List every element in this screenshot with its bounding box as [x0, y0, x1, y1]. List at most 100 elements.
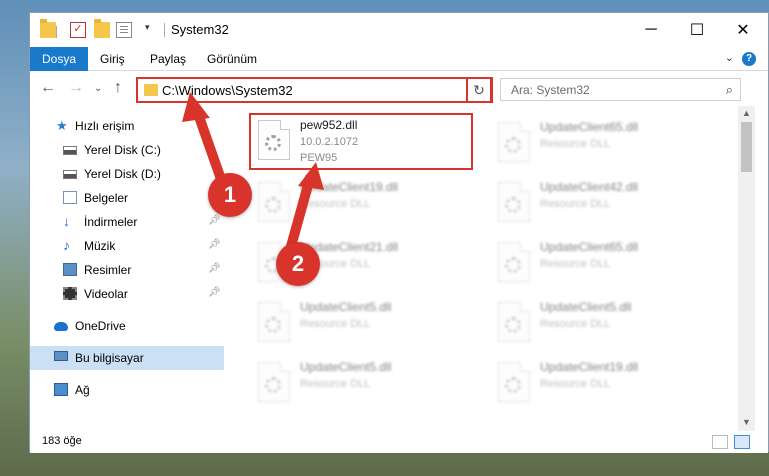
network-icon — [54, 383, 68, 396]
gear-icon — [265, 197, 281, 213]
file-item[interactable]: UpdateClient42.dll Resource DLL — [490, 176, 710, 232]
refresh-button[interactable]: ↻ — [466, 77, 492, 103]
sidebar-item-this-pc[interactable]: Bu bilgisayar — [30, 346, 224, 370]
video-icon — [63, 287, 77, 300]
status-bar: 183 öğe — [30, 431, 768, 453]
sidebar-item-quick-access[interactable]: ★ Hızlı erişim — [30, 114, 224, 138]
title-separator — [164, 23, 165, 37]
sidebar-item-local-disk-c[interactable]: Yerel Disk (C:) — [30, 138, 224, 162]
file-name: UpdateClient19.dll — [540, 360, 639, 374]
file-name: UpdateClient5.dll — [300, 300, 392, 314]
dll-file-icon — [498, 242, 530, 282]
maximize-button[interactable]: ☐ — [674, 13, 720, 47]
back-arrow-icon[interactable]: ← — [40, 79, 56, 97]
pin-icon[interactable]: 📌︎ — [208, 215, 221, 226]
dll-file-icon — [498, 302, 530, 342]
search-input[interactable]: Ara: System32 ⌕ — [500, 78, 741, 101]
tab-dosya[interactable]: Dosya — [30, 47, 89, 71]
vertical-scrollbar[interactable]: ▲ ▼ — [738, 106, 755, 431]
sidebar-item-pictures[interactable]: Resimler 📌︎ — [30, 258, 224, 282]
dll-file-icon — [258, 362, 290, 402]
customize-toolbar-icon[interactable] — [116, 22, 132, 38]
pin-icon[interactable]: 📌︎ — [208, 287, 221, 298]
sidebar-item-downloads[interactable]: ↓ İndirmeler 📌︎ — [30, 210, 224, 234]
gear-icon — [505, 137, 521, 153]
navigation-pane: ★ Hızlı erişim Yerel Disk (C:) Yerel Dis… — [30, 106, 226, 431]
file-description: Resource DLL — [540, 198, 611, 210]
tab-giris[interactable]: Giriş — [100, 47, 125, 71]
file-description: Resource DLL — [300, 198, 371, 210]
pin-icon[interactable]: 📌︎ — [208, 263, 221, 274]
file-item[interactable]: UpdateClient65.dll Resource DLL — [490, 236, 710, 292]
dll-file-icon — [498, 122, 530, 162]
file-name: UpdateClient5.dll — [540, 300, 632, 314]
documents-icon — [63, 191, 77, 204]
file-item[interactable]: UpdateClient65.dll Resource DLL — [490, 116, 710, 172]
quick-access-dropdown-icon[interactable]: ▾ — [145, 22, 150, 33]
recent-dropdown-icon[interactable]: ⌄ — [94, 83, 102, 94]
sidebar-item-label: Bu bilgisayar — [75, 351, 144, 365]
new-folder-icon[interactable] — [94, 19, 110, 38]
forward-arrow-icon[interactable]: → — [68, 79, 84, 97]
callout-1: 1 — [208, 173, 252, 217]
sidebar-item-label: OneDrive — [75, 319, 126, 333]
address-path[interactable]: C:\Windows\System32 — [162, 83, 293, 98]
explorer-window: ✓ ▾ System32 ─ ☐ ✕ Dosya Giriş Paylaş Gö… — [29, 12, 769, 453]
scroll-down-icon[interactable]: ▼ — [742, 417, 751, 427]
close-button[interactable]: ✕ — [720, 13, 766, 47]
file-item[interactable]: UpdateClient5.dll Resource DLL — [250, 296, 470, 352]
file-name: UpdateClient5.dll — [300, 360, 392, 374]
sidebar-item-label: Ağ — [75, 383, 90, 397]
file-description: Resource DLL — [540, 138, 611, 150]
file-item[interactable]: UpdateClient5.dll Resource DLL — [250, 356, 470, 412]
file-name: UpdateClient19.dll — [300, 180, 399, 194]
gear-icon — [505, 377, 521, 393]
callout-2: 2 — [276, 242, 320, 286]
tab-paylas[interactable]: Paylaş — [150, 47, 186, 71]
scroll-thumb[interactable] — [741, 122, 752, 172]
file-item[interactable]: UpdateClient19.dll Resource DLL — [490, 356, 710, 412]
file-item[interactable]: UpdateClient19.dll Resource DLL — [250, 176, 470, 232]
pin-icon[interactable]: 📌︎ — [208, 239, 221, 250]
dll-file-icon — [498, 182, 530, 222]
address-bar[interactable]: C:\Windows\System32 ⌄ — [136, 77, 493, 103]
help-icon[interactable]: ? — [742, 52, 756, 66]
gear-icon — [265, 317, 281, 333]
folder-icon[interactable] — [40, 19, 56, 38]
details-view-icon[interactable] — [712, 435, 728, 449]
sidebar-item-label: Belgeler — [84, 191, 129, 205]
search-placeholder: Ara: System32 — [511, 83, 590, 97]
sidebar-item-local-disk-d[interactable]: Yerel Disk (D:) — [30, 162, 224, 186]
drive-icon — [63, 170, 77, 179]
drive-icon — [63, 146, 77, 155]
gear-icon — [505, 197, 521, 213]
up-arrow-icon[interactable]: ↑ — [114, 79, 122, 97]
sidebar-item-videos[interactable]: Videolar 📌︎ — [30, 282, 224, 306]
ribbon-expand-icon[interactable]: ⌄ — [725, 51, 734, 64]
star-icon: ★ — [56, 118, 68, 133]
dll-file-icon — [498, 362, 530, 402]
file-description: Resource DLL — [300, 318, 371, 330]
folder-icon — [144, 84, 158, 96]
window-title: System32 — [171, 22, 229, 37]
file-description: Resource DLL — [540, 318, 611, 330]
scroll-up-icon[interactable]: ▲ — [742, 108, 751, 118]
properties-check-icon[interactable]: ✓ — [70, 22, 86, 38]
file-description: Resource DLL — [300, 378, 371, 390]
ribbon-tabs: Dosya Giriş Paylaş Görünüm ⌄ ? — [30, 47, 768, 71]
download-icon: ↓ — [63, 213, 70, 229]
minimize-button[interactable]: ─ — [628, 13, 674, 47]
cloud-icon — [54, 322, 68, 331]
sidebar-item-music[interactable]: ♪ Müzik 📌︎ — [30, 234, 224, 258]
tab-gorunum[interactable]: Görünüm — [207, 47, 257, 71]
pictures-icon — [63, 263, 77, 276]
gear-icon — [505, 257, 521, 273]
tiles-view-icon[interactable] — [734, 435, 750, 449]
file-name: UpdateClient42.dll — [540, 180, 639, 194]
sidebar-item-label: Resimler — [84, 263, 132, 277]
search-icon[interactable]: ⌕ — [726, 82, 733, 98]
sidebar-item-documents[interactable]: Belgeler — [30, 186, 224, 210]
sidebar-item-network[interactable]: Ağ — [30, 378, 224, 402]
sidebar-item-onedrive[interactable]: OneDrive — [30, 314, 224, 338]
file-item[interactable]: UpdateClient5.dll Resource DLL — [490, 296, 710, 352]
